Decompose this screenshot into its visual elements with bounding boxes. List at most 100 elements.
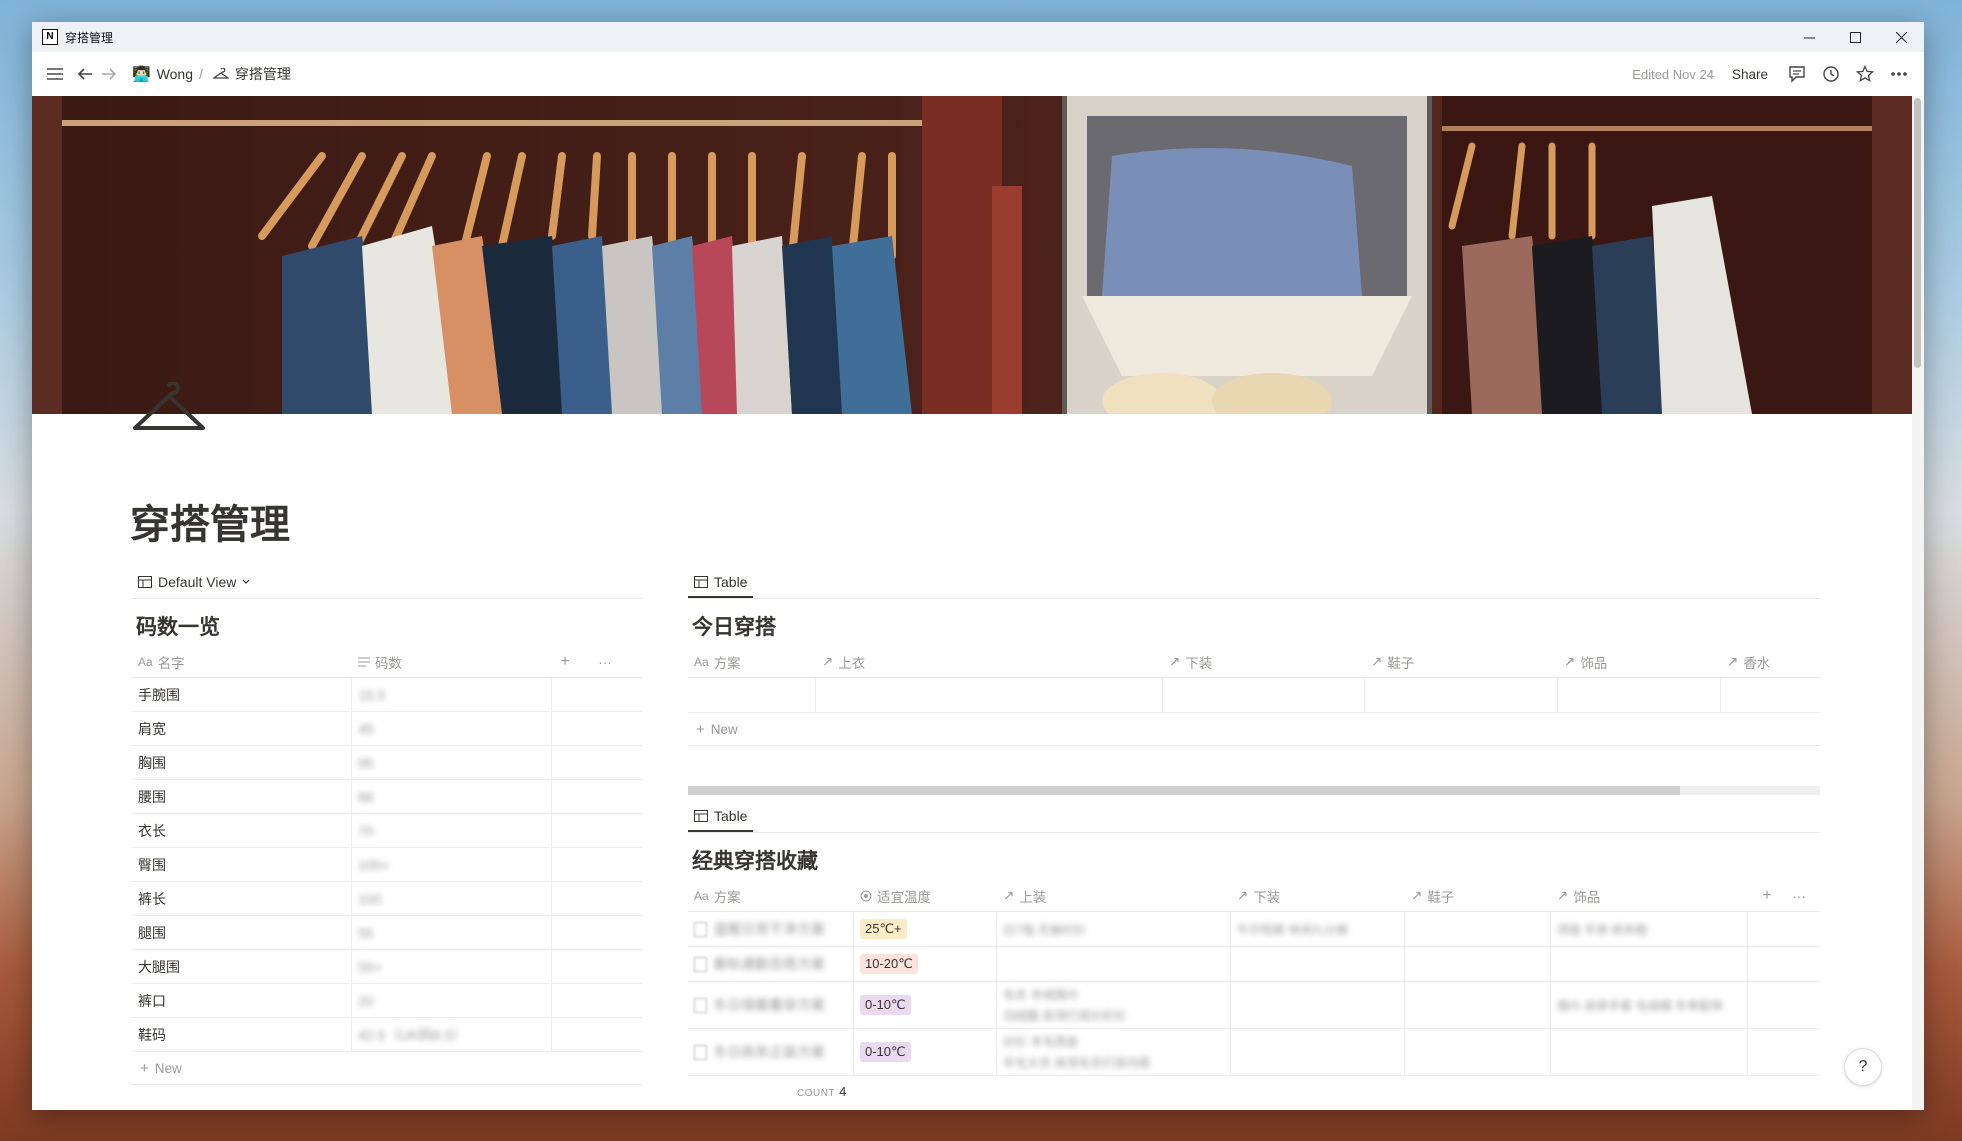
page-title[interactable]: 穿搭管理: [130, 492, 290, 550]
comments-button[interactable]: [1780, 57, 1814, 91]
maximize-button[interactable]: [1832, 22, 1878, 52]
col-accessories-header[interactable]: ↗ 饰品: [1551, 881, 1748, 911]
classic-table-tab[interactable]: Table: [688, 808, 754, 832]
sizes-db-title[interactable]: 码数一览: [136, 611, 642, 641]
empty-cell[interactable]: [552, 1018, 642, 1051]
size-value-cell[interactable]: 55+: [352, 950, 552, 983]
share-button[interactable]: Share: [1732, 67, 1768, 82]
size-value-cell[interactable]: 55: [352, 916, 552, 949]
table-row[interactable]: 裤长 100: [132, 882, 642, 916]
help-button[interactable]: ?: [1844, 1048, 1882, 1086]
plan-cell[interactable]: 冬日商务正装方案: [688, 1029, 854, 1075]
accessories-cell[interactable]: [1551, 1029, 1748, 1075]
classic-db-title[interactable]: 经典穿搭收藏: [692, 845, 1820, 875]
size-value-cell[interactable]: 15.5: [352, 678, 552, 711]
size-value-cell[interactable]: 42.5（UK码8.5）: [352, 1018, 552, 1051]
empty-cell[interactable]: [1748, 912, 1812, 946]
more-options-button[interactable]: [1882, 57, 1916, 91]
table-row[interactable]: 冬日保暖叠穿方案 0-10℃ 毛衣 羊绒围巾 羽绒服 高领打底针织衫 围巾 皮质手套 毛…: [688, 982, 1820, 1029]
table-row[interactable]: 鞋码 42.5（UK码8.5）: [132, 1018, 642, 1052]
plan-cell[interactable]: 温暖日常干净方案: [688, 912, 854, 946]
empty-cell[interactable]: [1748, 1029, 1812, 1075]
table-row[interactable]: 肩宽 45: [132, 712, 642, 746]
table-options-button[interactable]: ···: [1780, 881, 1812, 911]
table-row[interactable]: 衣长 70: [132, 814, 642, 848]
col-bottom-header[interactable]: ↗ 下装: [1163, 647, 1365, 677]
today-empty-row[interactable]: [688, 678, 1820, 713]
sidebar-menu-button[interactable]: [44, 63, 66, 85]
size-value-cell[interactable]: 70: [352, 814, 552, 847]
size-name-cell[interactable]: 胸围: [132, 746, 352, 779]
table-row[interactable]: 胸围 95: [132, 746, 642, 780]
col-plan-header[interactable]: Aa 方案: [688, 881, 854, 911]
col-temp-header[interactable]: 适宜温度: [854, 881, 997, 911]
size-name-cell[interactable]: 鞋码: [132, 1018, 352, 1051]
plan-cell[interactable]: 冬日保暖叠穿方案: [688, 982, 854, 1028]
size-value-cell[interactable]: 45: [352, 712, 552, 745]
updates-button[interactable]: [1814, 57, 1848, 91]
table-row[interactable]: 裤口 20: [132, 984, 642, 1018]
empty-cell[interactable]: [1748, 982, 1812, 1028]
empty-cell[interactable]: [552, 780, 642, 813]
col-size-header[interactable]: 码数: [352, 647, 542, 677]
breadcrumb-page[interactable]: 穿搭管理: [212, 64, 291, 84]
bottoms-cell[interactable]: [1231, 982, 1405, 1028]
shoes-cell[interactable]: [1405, 912, 1551, 946]
temp-cell[interactable]: 25℃+: [854, 912, 997, 946]
today-new-row-button[interactable]: + New: [688, 713, 1820, 746]
col-plan-header[interactable]: Aa 方案: [688, 647, 816, 677]
size-name-cell[interactable]: 腰围: [132, 780, 352, 813]
table-row[interactable]: 手腕围 15.5: [132, 678, 642, 712]
empty-cell[interactable]: [1748, 947, 1812, 981]
default-view-tab[interactable]: Default View: [132, 574, 256, 598]
horizontal-scrollbar[interactable]: [688, 786, 1820, 795]
table-row[interactable]: 温暖日常干净方案 25℃+ 白T恤 无袖衬衫 牛仔短裤 休闲九分裤 项链 手表 帆布鞋: [688, 912, 1820, 947]
table-row[interactable]: 腰围 88: [132, 780, 642, 814]
size-value-cell[interactable]: 95: [352, 746, 552, 779]
bottoms-cell[interactable]: [1231, 1029, 1405, 1075]
empty-cell[interactable]: [552, 712, 642, 745]
table-row[interactable]: 臀围 100+: [132, 848, 642, 882]
size-name-cell[interactable]: 大腿围: [132, 950, 352, 983]
tops-cell[interactable]: [997, 947, 1231, 981]
col-accessories-header[interactable]: ↗ 饰品: [1558, 647, 1721, 677]
empty-cell[interactable]: [552, 814, 642, 847]
size-name-cell[interactable]: 肩宽: [132, 712, 352, 745]
accessories-cell[interactable]: 项链 手表 帆布鞋: [1551, 912, 1748, 946]
col-shoes-header[interactable]: ↗ 鞋子: [1365, 647, 1558, 677]
forward-button[interactable]: [98, 63, 120, 85]
shoes-cell[interactable]: [1405, 1029, 1551, 1075]
accessories-cell[interactable]: [1551, 947, 1748, 981]
table-row[interactable]: 冬日商务正装方案 0-10℃ 衬衫 羊毛西装 羊毛大衣 高领毛衣打底内搭: [688, 1029, 1820, 1076]
tops-cell[interactable]: 白T恤 无袖衬衫: [997, 912, 1231, 946]
col-perfume-header[interactable]: ↗ 香水: [1721, 647, 1820, 677]
size-name-cell[interactable]: 衣长: [132, 814, 352, 847]
bottoms-cell[interactable]: [1231, 947, 1405, 981]
back-button[interactable]: [74, 63, 96, 85]
size-name-cell[interactable]: 裤口: [132, 984, 352, 1017]
size-name-cell[interactable]: 裤长: [132, 882, 352, 915]
empty-cell[interactable]: [552, 950, 642, 983]
plan-cell[interactable]: 春秋通勤百搭方案: [688, 947, 854, 981]
tops-cell[interactable]: 毛衣 羊绒围巾 羽绒服 高领打底针织衫: [997, 982, 1231, 1028]
breadcrumb-workspace[interactable]: 👨🏻‍💻 Wong: [132, 65, 193, 83]
minimize-button[interactable]: [1786, 22, 1832, 52]
empty-cell[interactable]: [552, 848, 642, 881]
table-row[interactable]: 腿围 55: [132, 916, 642, 950]
col-top-header[interactable]: ↗ 上装: [997, 881, 1231, 911]
empty-cell[interactable]: [552, 882, 642, 915]
favorite-button[interactable]: [1848, 57, 1882, 91]
table-row[interactable]: 大腿围 55+: [132, 950, 642, 984]
size-name-cell[interactable]: 臀围: [132, 848, 352, 881]
col-bottom-header[interactable]: ↗ 下装: [1231, 881, 1405, 911]
shoes-cell[interactable]: [1405, 982, 1551, 1028]
temp-cell[interactable]: 0-10℃: [854, 1029, 997, 1075]
add-property-button[interactable]: +: [542, 647, 582, 677]
tops-cell[interactable]: 衬衫 羊毛西装 羊毛大衣 高领毛衣打底内搭: [997, 1029, 1231, 1075]
add-property-button[interactable]: +: [1748, 881, 1780, 911]
accessories-cell[interactable]: 围巾 皮质手套 毛线帽 冬季配饰: [1551, 982, 1748, 1028]
col-name-header[interactable]: Aa 名字: [132, 647, 352, 677]
temp-cell[interactable]: 10-20℃: [854, 947, 997, 981]
size-name-cell[interactable]: 手腕围: [132, 678, 352, 711]
size-value-cell[interactable]: 20: [352, 984, 552, 1017]
